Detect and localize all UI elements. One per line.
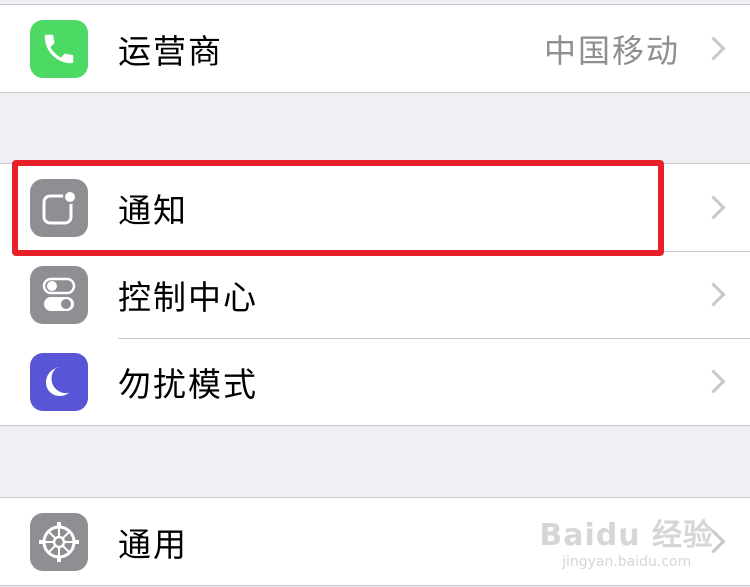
phone-icon — [30, 19, 88, 78]
notifications-label: 通知 — [118, 190, 188, 230]
settings-row-do-not-disturb[interactable]: 勿扰模式 — [0, 338, 750, 425]
control-center-icon — [30, 265, 88, 324]
settings-group-notifications: 通知 控制中心 勿扰模式 — [0, 163, 750, 426]
chevron-right-icon — [701, 195, 726, 220]
settings-row-carrier[interactable]: 运营商 中国移动 — [0, 5, 750, 92]
do-not-disturb-label: 勿扰模式 — [118, 364, 258, 404]
settings-screen: 运营商 中国移动 通知 控制中心 勿扰模式 通用 Baidu 经验 jingya… — [0, 0, 750, 587]
settings-row-control-center[interactable]: 控制中心 — [0, 251, 750, 338]
general-label: 通用 — [118, 524, 188, 564]
chevron-right-icon — [701, 282, 726, 307]
settings-group-carrier: 运营商 中国移动 — [0, 4, 750, 93]
carrier-label: 运营商 — [118, 31, 223, 71]
chevron-right-icon — [701, 369, 726, 394]
watermark-main: Baidu 经验 — [539, 518, 714, 553]
settings-row-notifications[interactable]: 通知 — [0, 164, 750, 251]
control-center-label: 控制中心 — [118, 277, 258, 317]
baidu-watermark: Baidu 经验 jingyan.baidu.com — [539, 518, 714, 570]
notifications-icon — [30, 178, 88, 237]
moon-icon — [30, 352, 88, 411]
watermark-url: jingyan.baidu.com — [562, 554, 692, 570]
chevron-right-icon — [701, 36, 726, 61]
carrier-value: 中国移动 — [543, 31, 680, 70]
gear-icon — [30, 512, 88, 571]
